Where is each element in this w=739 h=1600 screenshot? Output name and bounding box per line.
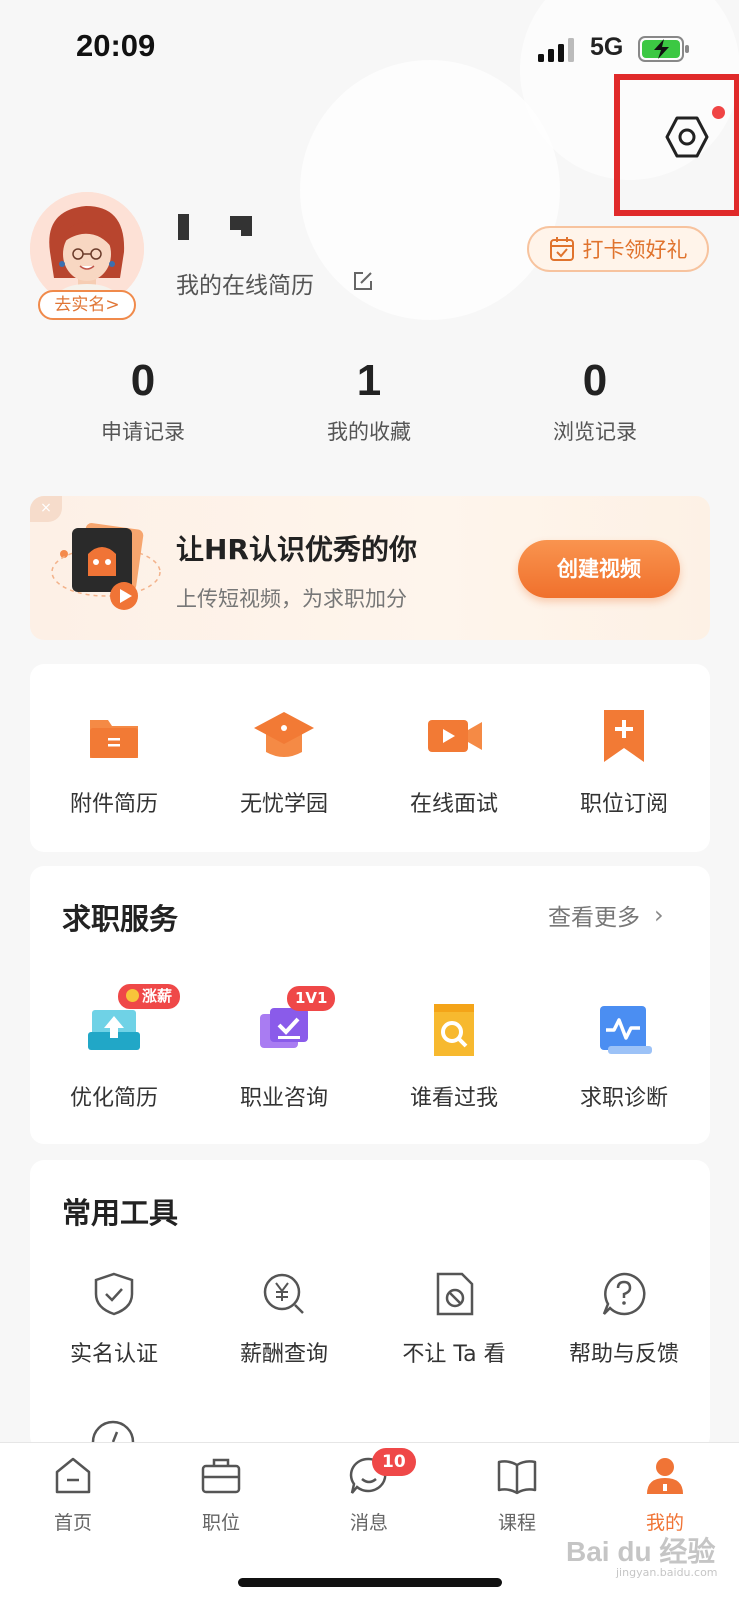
service-label: 求职诊断 — [579, 1086, 668, 1111]
service-career-consult[interactable]: 职业咨询 — [199, 998, 369, 1112]
one-on-one-badge: 1V1 — [287, 986, 336, 1011]
chevron-right-icon: › — [654, 901, 664, 929]
verify-identity-label: 去实名 — [54, 295, 106, 315]
user-icon — [647, 1458, 683, 1494]
username-redacted — [241, 228, 252, 236]
settings-icon[interactable] — [664, 114, 710, 160]
quick-action-job-subscription[interactable]: 职位订阅 — [539, 704, 709, 818]
common-tools-title: 常用工具 — [62, 1196, 179, 1230]
yuan-search-icon — [263, 1273, 304, 1314]
shield-check-icon — [94, 1272, 134, 1316]
video-resume-illustration — [51, 523, 161, 610]
create-video-button[interactable]: 创建视频 — [518, 540, 680, 598]
tab-home[interactable]: 首页 — [23, 1454, 123, 1535]
tool-label: 薪酬查询 — [239, 1342, 328, 1367]
stat-value: 0 — [582, 356, 608, 405]
tab-label: 首页 — [53, 1512, 92, 1534]
job-services-title: 求职服务 — [62, 902, 179, 936]
tab-jobs[interactable]: 职位 — [171, 1454, 271, 1535]
online-resume-link[interactable]: 我的在线简历 — [176, 266, 314, 300]
notification-dot — [712, 106, 725, 119]
quick-action-label: 在线面试 — [409, 792, 498, 817]
baidu-watermark: Bai du 经验 — [566, 1536, 716, 1567]
stat-label: 浏览记录 — [553, 420, 637, 444]
tab-label: 消息 — [349, 1512, 388, 1534]
home-icon — [55, 1457, 91, 1494]
service-optimize-resume[interactable]: 优化简历 — [29, 998, 199, 1112]
stat-label: 我的收藏 — [327, 420, 411, 444]
avatar-illustration — [30, 192, 144, 306]
service-label: 职业咨询 — [239, 1086, 328, 1111]
status-time: 20:09 — [76, 28, 156, 63]
tab-me[interactable]: 我的 — [615, 1454, 715, 1535]
tab-courses[interactable]: 课程 — [467, 1454, 567, 1535]
raise-badge-label: 涨薪 — [142, 987, 173, 1005]
quick-action-online-interview[interactable]: 在线面试 — [369, 704, 539, 818]
tab-label: 课程 — [497, 1512, 536, 1534]
service-job-diagnosis[interactable]: 求职诊断 — [539, 998, 709, 1112]
quick-action-academy[interactable]: 无忧学园 — [199, 704, 369, 818]
quick-action-label: 附件简历 — [69, 792, 158, 817]
banner-title: 让HR认识优秀的你 — [176, 533, 417, 566]
service-label: 谁看过我 — [409, 1086, 498, 1111]
stat-value: 0 — [130, 356, 156, 405]
network-type: 5G — [590, 33, 624, 61]
diagnosis-icon — [600, 1006, 652, 1054]
book-icon — [497, 1460, 537, 1495]
username-redacted — [178, 214, 189, 240]
checkin-gift-label: 打卡领好礼 — [582, 238, 688, 262]
coin-icon — [126, 989, 139, 1002]
tool-label: 不让 Ta 看 — [402, 1342, 506, 1367]
tool-salary-query[interactable]: 薪酬查询 — [199, 1270, 369, 1368]
help-icon — [602, 1272, 646, 1316]
stat-history[interactable]: 0 浏览记录 — [515, 356, 675, 446]
stat-value: 1 — [356, 356, 382, 405]
tool-identity-verify[interactable]: 实名认证 — [29, 1270, 199, 1368]
service-who-viewed-me[interactable]: 谁看过我 — [369, 998, 539, 1112]
calendar-check-icon — [549, 237, 574, 261]
bookmark-plus-icon — [604, 710, 644, 762]
checkin-gift-button[interactable]: 打卡领好礼 — [527, 226, 709, 272]
signal-icon — [538, 38, 574, 62]
baidu-watermark-url: jingyan.baidu.com — [616, 1566, 718, 1579]
stat-label: 申请记录 — [101, 420, 185, 444]
stat-applications[interactable]: 0 申请记录 — [63, 356, 223, 446]
stat-favorites[interactable]: 1 我的收藏 — [289, 356, 449, 446]
search-document-icon — [434, 1004, 474, 1056]
tool-label: 帮助与反馈 — [568, 1342, 679, 1367]
chevron-right-icon: > — [105, 295, 120, 315]
banner-subtitle: 上传短视频，为求职加分 — [176, 587, 407, 611]
tool-help-feedback[interactable]: 帮助与反馈 — [539, 1270, 709, 1368]
tab-label: 职位 — [201, 1512, 240, 1534]
clock-icon — [91, 1420, 135, 1442]
tool-block-viewer[interactable]: 不让 Ta 看 — [369, 1270, 539, 1368]
graduation-cap-icon — [254, 712, 314, 757]
briefcase-icon — [201, 1458, 241, 1494]
quick-action-attachment-resume[interactable]: 附件简历 — [29, 704, 199, 818]
quick-action-label: 无忧学园 — [239, 792, 328, 817]
video-camera-icon — [428, 720, 482, 752]
quick-action-label: 职位订阅 — [579, 792, 668, 817]
edit-icon[interactable] — [352, 270, 374, 292]
unread-count-badge: 10 — [372, 1448, 416, 1476]
raise-badge: 涨薪 — [118, 984, 181, 1009]
verify-identity-button[interactable]: 去实名> — [38, 290, 136, 320]
block-document-icon — [436, 1272, 474, 1316]
avatar[interactable] — [30, 192, 144, 306]
tool-label: 实名认证 — [69, 1342, 158, 1367]
home-indicator — [238, 1578, 502, 1587]
folder-icon — [90, 720, 138, 758]
battery-charging-icon — [638, 36, 689, 62]
view-more-link[interactable]: 查看更多 › — [548, 898, 664, 932]
service-label: 优化简历 — [69, 1086, 158, 1111]
view-more-label: 查看更多 — [548, 905, 640, 931]
